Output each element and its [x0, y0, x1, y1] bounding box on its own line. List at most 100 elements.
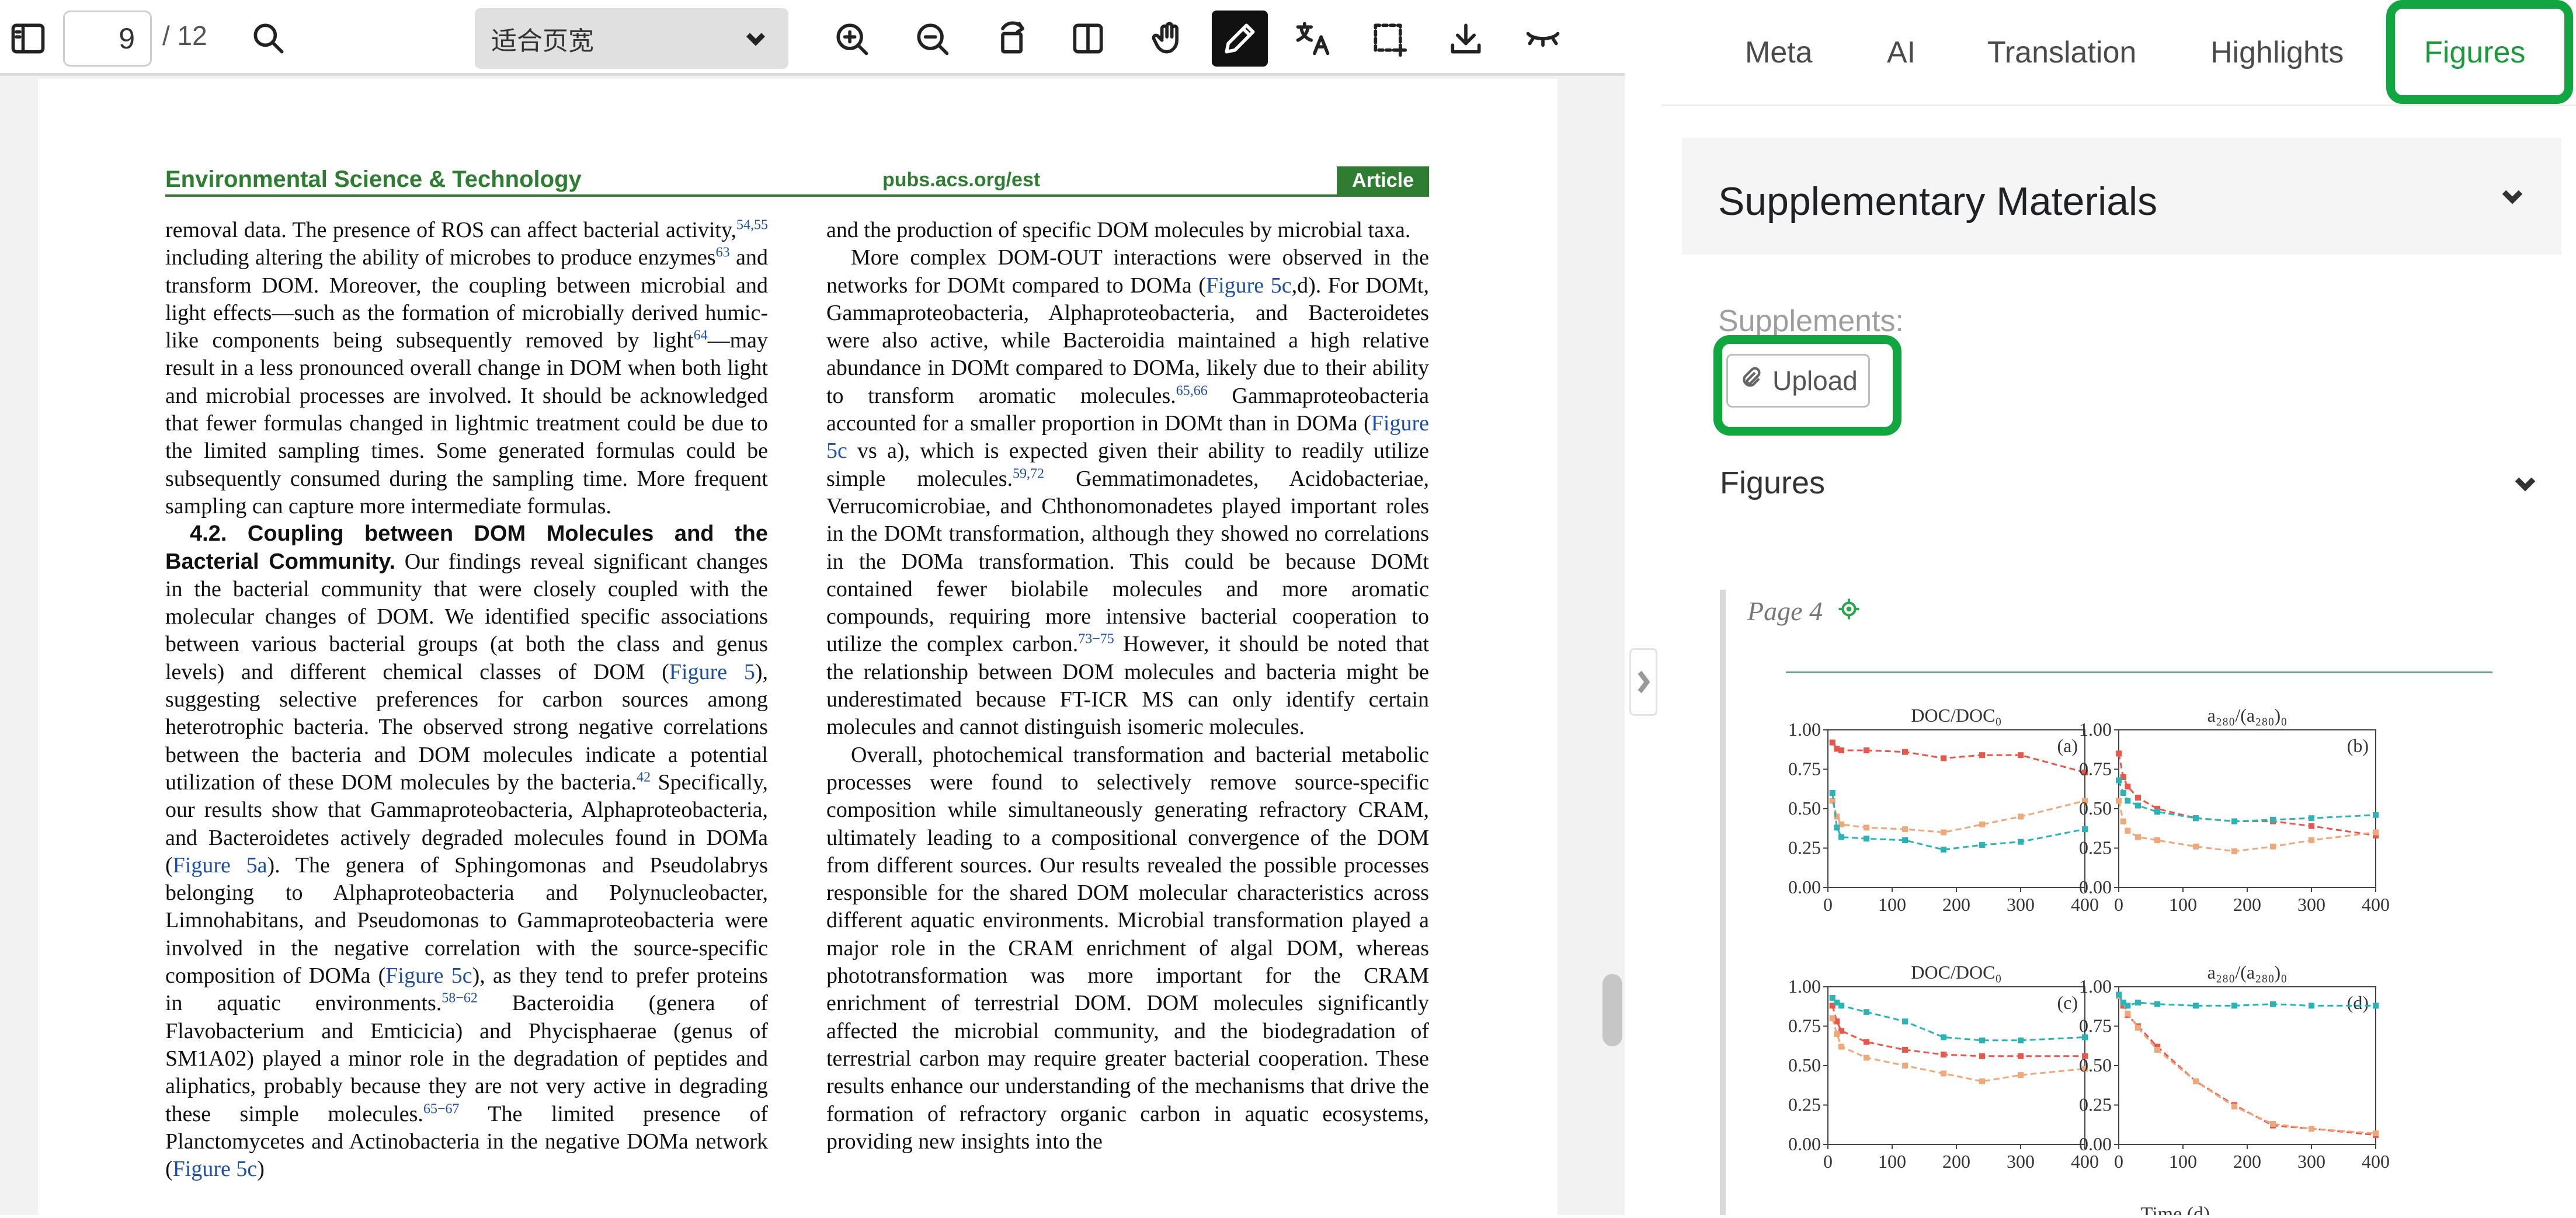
- eye-closed-icon[interactable]: [1515, 11, 1571, 67]
- figure-link[interactable]: Figure 5c: [1206, 273, 1292, 298]
- data-point: [1829, 1015, 1835, 1021]
- data-point: [2270, 1001, 2276, 1007]
- locate-icon[interactable]: [1837, 597, 1861, 621]
- data-point: [2309, 837, 2314, 843]
- data-point: [1979, 822, 1985, 827]
- data-point: [2116, 750, 2122, 757]
- figure-link[interactable]: Figure 5a: [173, 853, 267, 878]
- citation-ref[interactable]: 65,66: [1176, 383, 1208, 398]
- data-point: [1829, 790, 1835, 796]
- x-axis-label: Time (d): [2141, 1203, 2210, 1215]
- data-point: [1979, 1037, 1985, 1043]
- chevron-down-icon: [741, 23, 771, 54]
- viewer-toolbar: / 12 适合页宽: [0, 0, 1625, 76]
- text-run: Overall, photochemical transformation an…: [826, 742, 1429, 1154]
- subplot-d: a₂₈₀/(a₂₈₀)₀ (d) 0.00 0.25 0.50 0.75 1.00 0 100 2…: [2079, 962, 2390, 1172]
- pdf-viewer: / 12 适合页宽: [0, 0, 1625, 1215]
- page-number-input[interactable]: [63, 11, 152, 67]
- text-column-left: removal data. The presence of ROS can af…: [165, 217, 768, 1183]
- y-tick-label: 0.50: [2079, 798, 2112, 819]
- data-point: [1838, 834, 1845, 840]
- text-column-right: and the production of specific DOM molec…: [826, 217, 1429, 1156]
- data-point: [2373, 829, 2379, 836]
- x-tick-label: 0: [1823, 1151, 1833, 1172]
- data-point: [2018, 752, 2024, 758]
- figure-link[interactable]: Figure 5: [669, 660, 755, 684]
- citation-ref[interactable]: 65−67: [423, 1101, 460, 1116]
- data-point: [1864, 1009, 1869, 1015]
- x-tick-label: 200: [2233, 1151, 2261, 1172]
- subplot-b: a₂₈₀/(a₂₈₀)₀ (b) 0.00 0.25 0.50 0.75 1.00 0 100 2…: [2079, 705, 2390, 915]
- download-icon[interactable]: [1438, 11, 1494, 67]
- citation-ref[interactable]: 59,72: [1013, 466, 1044, 481]
- subplot-title: a₂₈₀/(a₂₈₀)₀: [2207, 705, 2288, 726]
- select-region-icon[interactable]: [1361, 11, 1417, 67]
- citation-ref[interactable]: 63: [716, 245, 730, 260]
- y-tick-label: 0.25: [1788, 1094, 1821, 1115]
- citation-ref[interactable]: 64: [694, 328, 708, 343]
- two-page-icon[interactable]: [1060, 11, 1116, 67]
- pencil-icon[interactable]: [1212, 11, 1268, 67]
- y-tick-label: 0.00: [2079, 876, 2112, 897]
- text-run: ): [257, 1157, 265, 1182]
- rotate-icon[interactable]: [985, 11, 1041, 67]
- figure-link[interactable]: Figure 5c: [385, 963, 472, 988]
- x-tick-label: 0: [2114, 894, 2123, 915]
- chevron-down-icon[interactable]: [2496, 180, 2529, 213]
- zoom-in-icon[interactable]: [823, 11, 879, 67]
- paragraph: More complex DOM-OUT interactions were o…: [826, 244, 1429, 741]
- chevron-down-icon[interactable]: [2509, 467, 2542, 500]
- citation-ref[interactable]: 58−62: [441, 991, 478, 1006]
- zoom-out-icon[interactable]: [904, 11, 960, 67]
- y-tick-label: 0.25: [2079, 837, 2112, 858]
- tab-meta[interactable]: Meta: [1745, 35, 1813, 70]
- data-point: [2116, 777, 2122, 784]
- x-tick-label: 100: [1878, 894, 1906, 915]
- sidebar-toggle-icon[interactable]: [0, 11, 56, 67]
- data-point: [1834, 1031, 1840, 1037]
- data-point: [2116, 991, 2122, 998]
- tab-ai[interactable]: AI: [1887, 35, 1916, 70]
- y-tick-label: 0.00: [1788, 876, 1821, 897]
- data-point: [1838, 1003, 1845, 1009]
- figures-section-label[interactable]: Figures: [1720, 465, 1825, 501]
- figure-page-ref[interactable]: Page 4: [1747, 596, 1823, 627]
- highlight-box-figures-tab: [2386, 0, 2573, 104]
- citation-ref[interactable]: 54,55: [736, 217, 768, 232]
- viewer-scrollbar-thumb[interactable]: [1602, 974, 1622, 1046]
- data-point: [1838, 747, 1845, 754]
- translate-icon[interactable]: [1285, 11, 1341, 67]
- text-run: removal data. The presence of ROS can af…: [165, 218, 736, 242]
- text-run: and the production of specific DOM molec…: [826, 218, 1411, 242]
- data-point: [2270, 816, 2276, 823]
- highlight-box-upload: [1713, 335, 1901, 436]
- x-tick-label: 200: [2233, 894, 2261, 915]
- data-point: [2125, 784, 2131, 790]
- search-icon[interactable]: [241, 11, 297, 67]
- zoom-select[interactable]: 适合页宽: [475, 8, 788, 69]
- hand-icon[interactable]: [1141, 11, 1197, 67]
- data-point: [2373, 1130, 2379, 1137]
- citation-ref[interactable]: 42: [637, 770, 651, 785]
- paragraph: and the production of specific DOM molec…: [826, 217, 1429, 244]
- figure-link[interactable]: Figure 5c: [173, 1157, 258, 1181]
- panel-collapse-handle[interactable]: [1629, 648, 1657, 716]
- data-point: [1941, 1070, 1946, 1077]
- pdf-page: Environmental Science & Technology pubs.…: [38, 79, 1558, 1215]
- data-point: [1829, 739, 1835, 746]
- paragraph: Overall, photochemical transformation an…: [826, 742, 1429, 1156]
- y-tick-label: 0.00: [1788, 1133, 1821, 1154]
- paragraph: removal data. The presence of ROS can af…: [165, 217, 768, 520]
- y-tick-label: 0.75: [2079, 758, 2112, 779]
- panel-label: (a): [2057, 735, 2078, 756]
- data-point: [2125, 827, 2131, 834]
- tab-highlights[interactable]: Highlights: [2210, 35, 2344, 70]
- supplementary-section-header[interactable]: Supplementary Materials: [1682, 138, 2561, 255]
- paragraph: 4.2. Coupling between DOM Molecules and …: [165, 520, 768, 1183]
- data-point: [1902, 1047, 1908, 1053]
- tab-translation[interactable]: Translation: [1987, 35, 2136, 70]
- data-point: [2125, 1010, 2131, 1017]
- x-tick-label: 100: [1878, 1151, 1906, 1172]
- y-tick-label: 0.50: [1788, 1055, 1821, 1076]
- citation-ref[interactable]: 73−75: [1078, 632, 1114, 647]
